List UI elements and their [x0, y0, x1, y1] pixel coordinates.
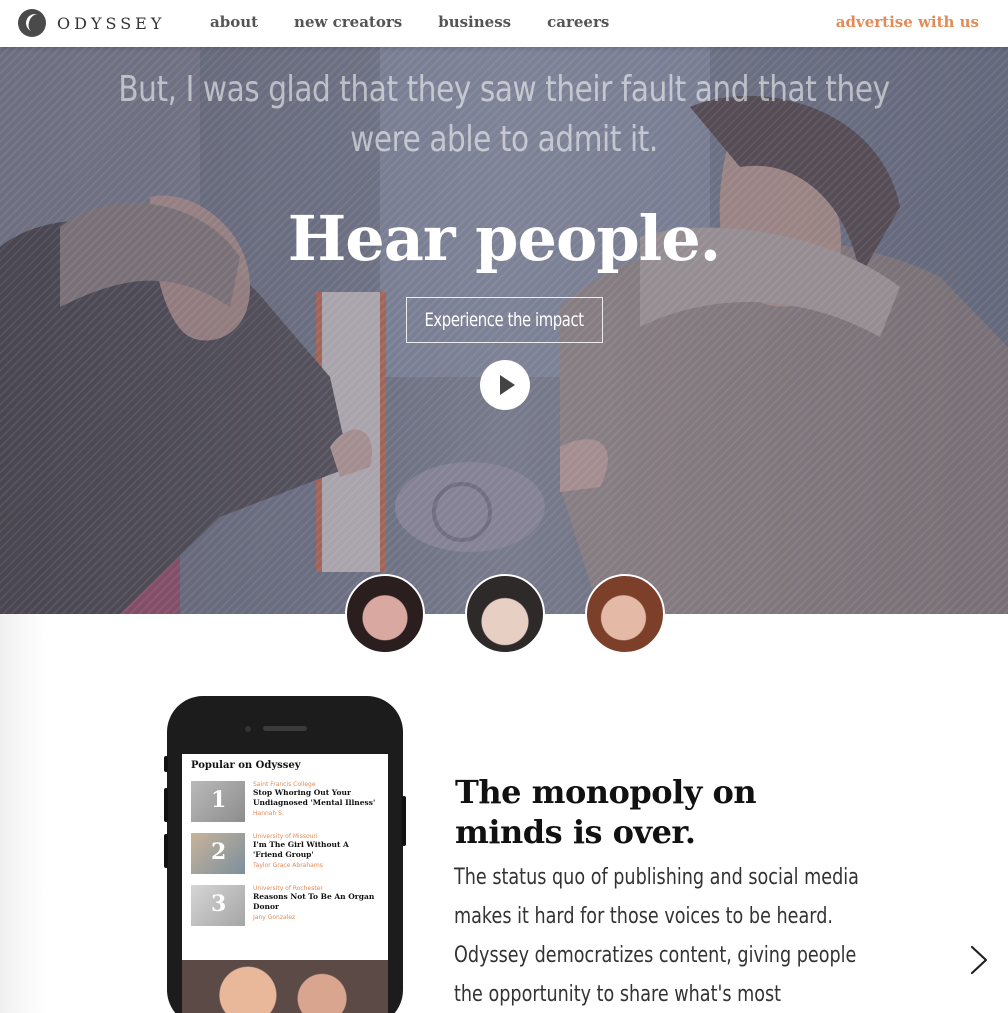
article-thumbnail: 1 — [191, 781, 245, 822]
phone-side-button — [164, 788, 168, 822]
article-author: Jany Gonzalez — [253, 914, 296, 921]
feature-title-line-1: The monopoly on — [455, 773, 757, 811]
phone-side-button — [164, 756, 168, 772]
article-school: Saint Francis College — [253, 781, 316, 788]
rank-number: 3 — [211, 891, 227, 917]
left-edge-shade — [0, 614, 45, 1013]
nav-links: about new creators business careers — [210, 13, 645, 31]
phone-camera — [245, 726, 251, 732]
popular-title: Popular on Odyssey — [191, 760, 301, 771]
article-text: University of Rochester Reasons Not To B… — [253, 885, 379, 921]
phone-side-button — [164, 834, 168, 868]
creator-avatars — [345, 574, 665, 654]
chevron-right-icon[interactable] — [966, 945, 994, 975]
article-text: Saint Francis College Stop Whoring Out Y… — [253, 781, 379, 817]
article-school: University of Rochester — [253, 885, 323, 892]
nav-link-new-creators[interactable]: new creators — [294, 13, 402, 31]
nav-link-careers[interactable]: careers — [547, 13, 609, 31]
nav-link-about[interactable]: about — [210, 13, 258, 31]
article-headline: I'm The Girl Without A 'Friend Group' — [253, 840, 349, 859]
odyssey-logo-icon — [18, 9, 46, 37]
feature-title-line-2: minds is over. — [455, 813, 696, 851]
list-item[interactable]: 2 University of Missouri I'm The Girl Wi… — [191, 833, 379, 885]
article-school: University of Missouri — [253, 833, 318, 840]
article-thumbnail: 3 — [191, 885, 245, 926]
article-headline: Reasons Not To Be An Organ Donor — [253, 892, 375, 911]
phone-speaker — [263, 726, 307, 731]
top-nav: ODYSSEY about new creators business care… — [0, 0, 1008, 47]
popular-list: Popular on Odyssey 1 Saint Francis Colle… — [191, 760, 379, 937]
phone-screen: Popular on Odyssey 1 Saint Francis Colle… — [182, 754, 388, 1013]
avatar[interactable] — [465, 574, 545, 654]
advertise-link[interactable]: advertise with us — [836, 13, 979, 31]
article-thumbnail: 2 — [191, 833, 245, 874]
phone-side-button — [402, 796, 406, 846]
experience-impact-button[interactable]: Experience the impact — [406, 297, 603, 343]
logo-link[interactable]: ODYSSEY — [18, 9, 165, 37]
logo-text: ODYSSEY — [57, 13, 166, 33]
phone-article-photo — [182, 960, 388, 1013]
nav-link-business[interactable]: business — [438, 13, 511, 31]
feature-title: The monopoly on minds is over. — [455, 772, 875, 852]
avatar[interactable] — [345, 574, 425, 654]
article-author: Taylor Grace Abrahams — [253, 862, 323, 869]
video-caption: But, I was glad that they saw their faul… — [118, 69, 890, 160]
article-author: Hannah S. — [253, 810, 284, 817]
rank-number: 2 — [211, 839, 227, 865]
list-item[interactable]: 1 Saint Francis College Stop Whoring Out… — [191, 781, 379, 833]
hero-video: But, I was glad that they saw their faul… — [0, 47, 1008, 614]
article-text: University of Missouri I'm The Girl With… — [253, 833, 379, 869]
phone-mockup: Popular on Odyssey 1 Saint Francis Colle… — [164, 696, 406, 1013]
avatar[interactable] — [585, 574, 665, 654]
hero-title: Hear people. — [287, 202, 722, 275]
list-item[interactable]: 3 University of Rochester Reasons Not To… — [191, 885, 379, 937]
experience-impact-label: Experience the impact — [424, 309, 585, 331]
play-icon[interactable] — [480, 360, 530, 410]
rank-number: 1 — [211, 787, 227, 813]
article-headline: Stop Whoring Out Your Undiagnosed 'Menta… — [253, 788, 376, 807]
feature-body: The status quo of publishing and social … — [454, 865, 859, 1007]
